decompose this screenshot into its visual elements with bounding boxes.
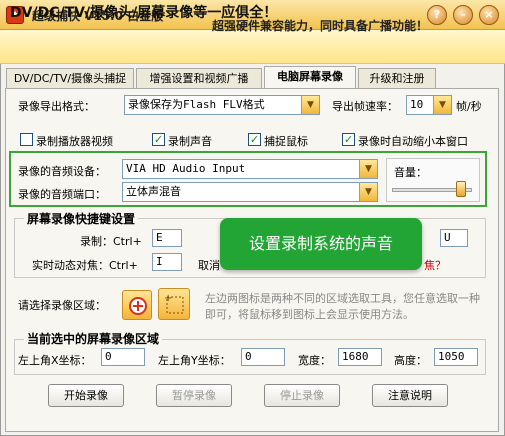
x-coord-input[interactable]: 0 xyxy=(101,348,145,366)
width-label: 宽度： xyxy=(298,354,331,367)
tab-upgrade-register[interactable]: 升级和注册 xyxy=(358,68,436,88)
promo-banner xyxy=(0,30,505,64)
focus-hotkey-input[interactable]: I xyxy=(152,253,182,271)
volume-label: 音量： xyxy=(394,166,427,179)
pause-recording-button[interactable]: 暂停录像 xyxy=(156,384,232,407)
region-tip-text: 左边两图标是两种不同的区域选取工具，您任意选取一种即可，将鼠标移到图标上会显示使… xyxy=(205,292,480,321)
y-coord-input[interactable]: 0 xyxy=(241,348,285,366)
record-player-video-label: 录制播放器视频 xyxy=(36,135,113,148)
volume-slider-thumb[interactable] xyxy=(456,181,467,197)
record-sound-checkbox[interactable]: ✓ xyxy=(152,133,165,146)
height-label: 高度： xyxy=(394,354,427,367)
chevron-down-icon: ▼ xyxy=(301,96,319,114)
minimize-button[interactable]: – xyxy=(453,5,473,25)
svg-text:+: + xyxy=(164,293,172,304)
audio-device-label: 录像的音频设备： xyxy=(18,165,106,178)
start-recording-button[interactable]: 开始录像 xyxy=(48,384,124,407)
record-sound-label: 录制声音 xyxy=(168,135,212,148)
fps-label: 导出帧速率： xyxy=(332,100,398,113)
focus-hotkey-label: 实时动态对焦：Ctrl+ xyxy=(32,259,138,272)
chevron-down-icon: ▼ xyxy=(433,96,451,114)
width-input[interactable]: 1680 xyxy=(338,348,382,366)
region-select-label: 请选择录像区域： xyxy=(18,299,106,312)
annotation-callout: 设置录制系统的声音 xyxy=(220,218,422,270)
height-input[interactable]: 1050 xyxy=(434,348,478,366)
audio-device-value: VIA HD Audio Input xyxy=(126,162,246,175)
audio-port-value: 立体声混音 xyxy=(126,185,181,198)
chevron-down-icon: ▼ xyxy=(359,183,377,201)
fps-value: 10 xyxy=(410,98,424,111)
y-coord-label: 左上角Y坐标： xyxy=(158,354,231,367)
fps-select[interactable]: 10 ▼ xyxy=(406,95,452,115)
region-tool-rectangle-button[interactable]: + xyxy=(158,288,190,320)
export-format-label: 录像导出格式： xyxy=(18,100,95,113)
cancel-hotkey-label: 取消 xyxy=(198,259,220,272)
crosshair-icon xyxy=(129,297,147,315)
hotkey-group-title: 屏幕录像快捷键设置 xyxy=(24,210,139,227)
record-hotkey-label: 录制：Ctrl+ xyxy=(80,235,142,248)
capture-mouse-label: 捕捉鼠标 xyxy=(264,135,308,148)
x-coord-label: 左上角X坐标： xyxy=(18,354,92,367)
tab-enhanced-broadcast[interactable]: 增强设置和视频广播 xyxy=(136,68,262,88)
notes-button[interactable]: 注意说明 xyxy=(372,384,448,407)
extra-hotkey-input[interactable]: U xyxy=(440,229,468,247)
stop-recording-button[interactable]: 停止录像 xyxy=(264,384,340,407)
auto-minimize-label: 录像时自动缩小本窗口 xyxy=(358,135,468,148)
current-region-title: 当前选中的屏幕录像区域 xyxy=(24,330,163,347)
focus-help-link[interactable]: 焦？ xyxy=(424,257,446,273)
auto-minimize-checkbox[interactable]: ✓ xyxy=(342,133,355,146)
tab-camera-capture[interactable]: DV/DC/TV/摄像头捕捉 xyxy=(6,68,134,88)
chevron-down-icon: ▼ xyxy=(359,160,377,178)
banner-subline: 超强硬件兼容能力，同时具备广播功能！ xyxy=(212,19,429,33)
tab-screen-record[interactable]: 电脑屏幕录像 xyxy=(264,66,356,89)
dashed-rectangle-icon: + xyxy=(164,293,184,314)
audio-port-select[interactable]: 立体声混音 ▼ xyxy=(122,182,378,202)
export-format-value: 录像保存为Flash FLV格式 xyxy=(128,98,265,111)
close-button[interactable]: × xyxy=(479,5,499,25)
audio-device-select[interactable]: VIA HD Audio Input ▼ xyxy=(122,159,378,179)
fps-unit: 帧/秒 xyxy=(456,100,482,113)
export-format-select[interactable]: 录像保存为Flash FLV格式 ▼ xyxy=(124,95,320,115)
audio-port-label: 录像的音频端口： xyxy=(18,188,106,201)
help-button[interactable]: ? xyxy=(427,5,447,25)
record-hotkey-input[interactable]: E xyxy=(152,229,182,247)
capture-mouse-checkbox[interactable]: ✓ xyxy=(248,133,261,146)
record-player-video-checkbox[interactable] xyxy=(20,133,33,146)
region-tool-crosshair-button[interactable] xyxy=(122,290,152,320)
